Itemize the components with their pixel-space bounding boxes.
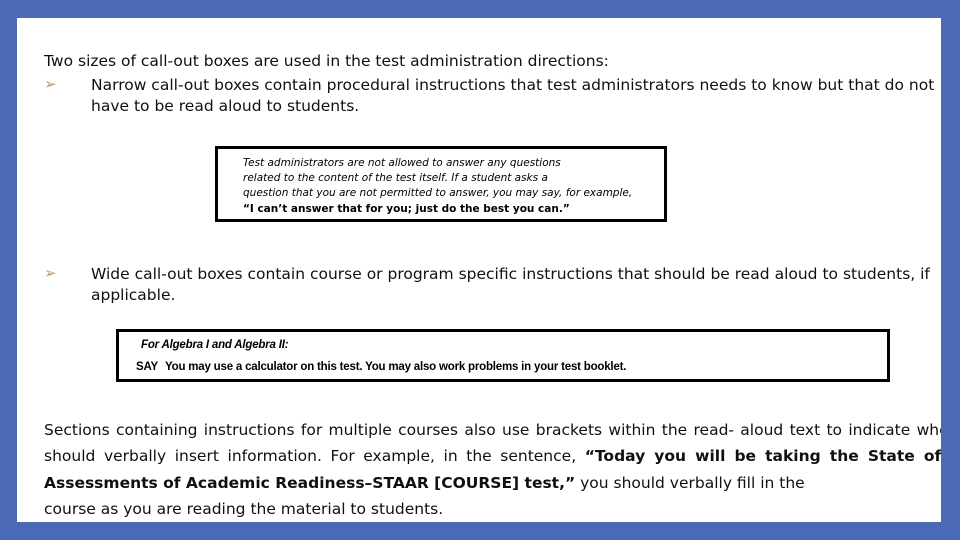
- bullet-item-label: Narrow call-out boxes contain procedural…: [91, 76, 935, 116]
- narrow-callout-quote: “I can’t answer that for you; just do th…: [243, 202, 570, 215]
- narrow-callout-line-2: related to the content of the test itsel…: [243, 172, 548, 185]
- slide-content-area: Two sizes of call-out boxes are used in …: [17, 18, 941, 522]
- narrow-callout-box: Test administrators are not allowed to a…: [215, 146, 667, 222]
- wide-callout-say-text: You may use a calculator on this test. Y…: [165, 360, 627, 373]
- bullet-arrow-icon: ➢: [44, 75, 57, 93]
- bullet-item-narrow-callout: ➢ Narrow call-out boxes contain procedur…: [44, 75, 941, 118]
- wide-callout-say-row: SAY You may use a calculator on this test…: [136, 361, 877, 375]
- wide-callout-box: For Algebra I and Algebra II: SAY You may…: [116, 329, 890, 382]
- slide-frame: Two sizes of call-out boxes are used in …: [0, 0, 960, 540]
- closing-last-line: course as you are reading the material t…: [44, 500, 444, 519]
- closing-part-2: you should verbally fill in the: [575, 473, 805, 492]
- lead-paragraph: Two sizes of call-out boxes are used in …: [44, 51, 609, 70]
- wide-callout-title: For Algebra I and Algebra II:: [141, 339, 289, 351]
- bullet-arrow-icon: ➢: [44, 264, 57, 282]
- bullet-item-label-last: applicable.: [91, 286, 176, 305]
- closing-paragraph: Sections containing instructions for mul…: [44, 417, 941, 523]
- bullet-item-label-main: Wide call-out boxes contain course or pr…: [91, 265, 930, 283]
- narrow-callout-line-1: Test administrators are not allowed to a…: [243, 157, 561, 169]
- wide-callout-say-label: SAY: [136, 360, 158, 373]
- narrow-callout-line-3: question that you are not permitted to a…: [243, 187, 633, 200]
- bullet-item-wide-callout: ➢ Wide call-out boxes contain course or …: [44, 264, 941, 307]
- bullet-item-label: Wide call-out boxes contain course or pr…: [91, 264, 941, 307]
